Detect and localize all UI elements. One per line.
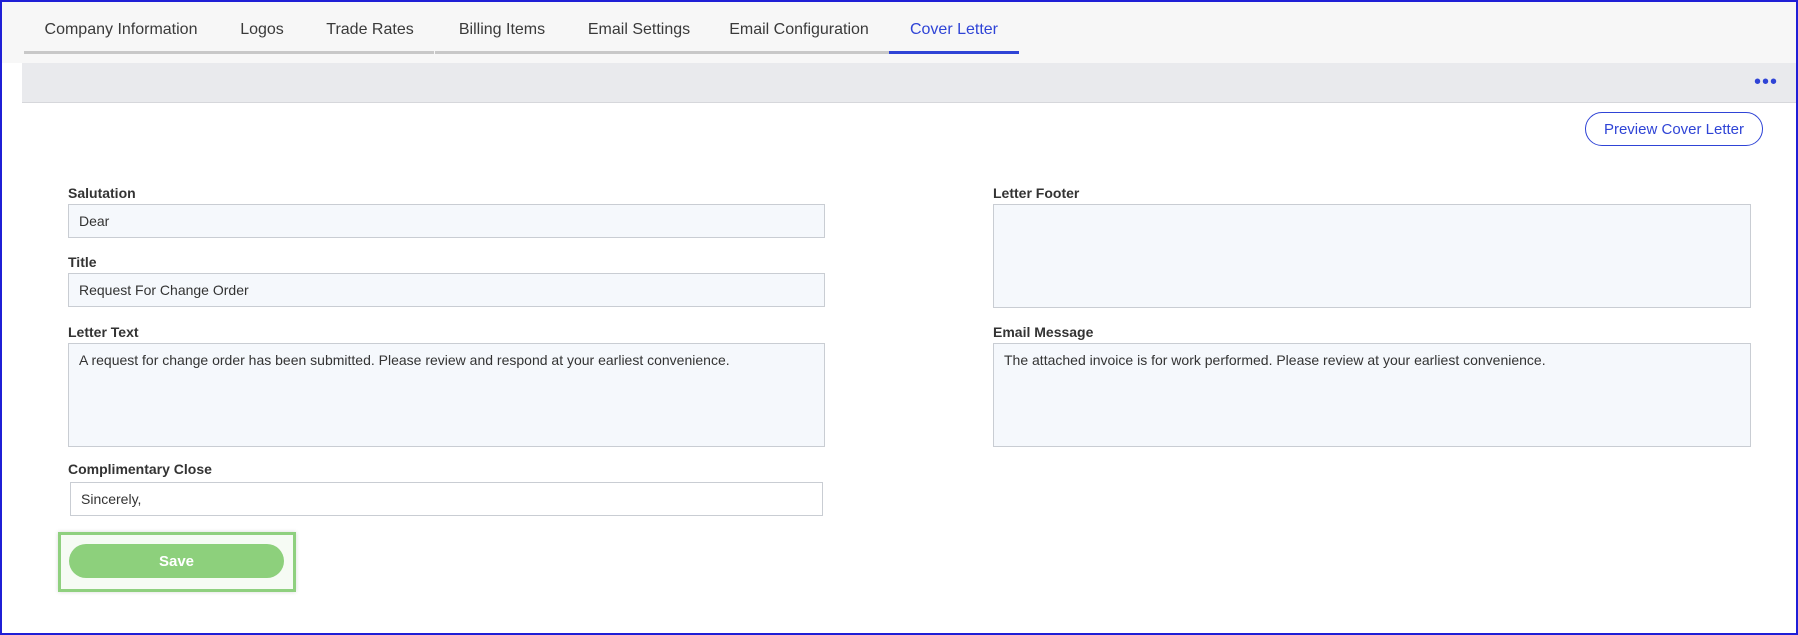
salutation-input[interactable]: Dear (68, 204, 825, 238)
letter-footer-textarea[interactable] (993, 204, 1751, 308)
tab-company-information[interactable]: Company Information (24, 2, 218, 54)
letter-text-textarea[interactable]: A request for change order has been subm… (68, 343, 825, 447)
tab-billing-items[interactable]: Billing Items (435, 2, 569, 54)
complimentary-close-label: Complimentary Close (68, 461, 212, 477)
tab-cover-letter[interactable]: Cover Letter (889, 2, 1019, 54)
tab-trade-rates[interactable]: Trade Rates (306, 2, 434, 54)
letter-text-label: Letter Text (68, 324, 139, 340)
save-button[interactable]: Save (69, 544, 284, 578)
tab-email-configuration[interactable]: Email Configuration (709, 2, 889, 54)
salutation-label: Salutation (68, 185, 136, 201)
preview-cover-letter-button[interactable]: Preview Cover Letter (1585, 112, 1763, 146)
title-input[interactable]: Request For Change Order (68, 273, 825, 307)
complimentary-close-input[interactable]: Sincerely, (70, 482, 823, 516)
title-label: Title (68, 254, 97, 270)
more-horizontal-icon[interactable]: ••• (1754, 71, 1778, 94)
email-message-textarea[interactable]: The attached invoice is for work perform… (993, 343, 1751, 447)
email-message-label: Email Message (993, 324, 1094, 340)
left-gutter (2, 63, 22, 633)
tab-logos[interactable]: Logos (218, 2, 306, 54)
toolbar: ••• (22, 63, 1796, 103)
tab-email-settings[interactable]: Email Settings (569, 2, 709, 54)
tab-bar: Company Information Logos Trade Rates Bi… (2, 2, 1796, 63)
save-highlight: Save (58, 532, 296, 592)
letter-footer-label: Letter Footer (993, 185, 1080, 201)
